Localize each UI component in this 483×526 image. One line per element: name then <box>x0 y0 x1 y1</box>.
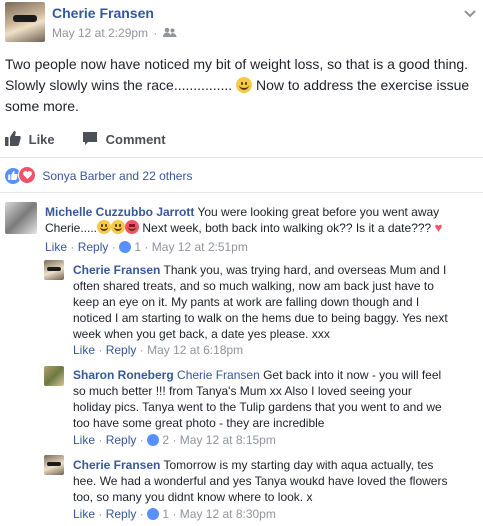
comment-text-line: You were looking great before you went a… <box>197 205 440 219</box>
separator: · <box>111 240 116 254</box>
meta-separator: · <box>153 26 158 40</box>
comment-text-line: Next week, both back into walking ok?? I… <box>142 221 432 235</box>
separator: · <box>139 343 144 357</box>
comment-reply-link[interactable]: Reply <box>78 240 109 254</box>
separator: · <box>172 433 177 447</box>
reply-timestamp[interactable]: May 12 at 8:30pm <box>180 507 276 521</box>
reply-text-line: often shared treats, and so much walking… <box>73 279 434 293</box>
smile-emoji-icon <box>236 77 253 93</box>
reply-like-count[interactable]: 1 <box>162 507 169 521</box>
reply-text-line: Tomorrow is my starting day with aqua ac… <box>163 458 434 472</box>
reply-like-link[interactable]: Like <box>73 507 95 521</box>
comment-actions: Like · Reply · 1 · May 12 at 2:51pm <box>45 240 248 254</box>
reply-text-line: hee. We had a wonderful and yes Tanya wo… <box>73 474 448 488</box>
reply-actions: Like · Reply · May 12 at 6:18pm <box>73 343 243 357</box>
reply-text-line: Get back into it now - you will feel <box>263 368 442 382</box>
reply-like-count-icon <box>147 434 160 446</box>
separator: · <box>139 507 144 521</box>
post-timestamp[interactable]: May 12 at 2:29pm <box>52 26 148 40</box>
reply-text-line: week when you get back, a date yes pleas… <box>73 327 330 341</box>
heart-eyes-emoji-icon <box>125 220 140 234</box>
reactions-summary[interactable]: Sonya Barber and 22 others <box>5 166 192 184</box>
comment-action-label: Comment <box>105 132 166 147</box>
reply-reply-link[interactable]: Reply <box>106 433 137 447</box>
like-action-label: Like <box>28 132 55 147</box>
separator: · <box>144 240 149 254</box>
smile-emoji-icon <box>111 220 126 234</box>
friends-icon <box>162 27 177 37</box>
reply-author[interactable]: Cherie Fransen <box>73 263 160 277</box>
separator: · <box>70 240 75 254</box>
reply-text-line: keep an eye on it. My pants at work are … <box>73 295 420 309</box>
reply-author[interactable]: Sharon Roneberg <box>73 368 174 382</box>
reply-avatar[interactable] <box>44 260 64 280</box>
reply-avatar[interactable] <box>44 455 64 475</box>
comment-like-link[interactable]: Like <box>45 240 67 254</box>
separator: · <box>98 507 103 521</box>
reply-like-link[interactable]: Like <box>73 433 95 447</box>
reply-like-count[interactable]: 2 <box>162 433 169 447</box>
reply-avatar[interactable] <box>44 366 64 386</box>
comment-like-count[interactable]: 1 <box>134 240 141 254</box>
comment-icon <box>83 132 97 145</box>
comment-avatar[interactable] <box>5 202 37 234</box>
reply-like-link[interactable]: Like <box>73 343 95 357</box>
reactions-summary-text[interactable]: Sonya Barber and 22 others <box>42 169 192 183</box>
like-action-button[interactable]: Like <box>5 131 55 147</box>
comment-body: Michelle Cuzzubbo Jarrott You were looki… <box>45 204 475 236</box>
post-text: Two people now have noticed my bit of we… <box>5 54 477 117</box>
reply-text-line: so much better !!! from Tanya's Mum xx A… <box>73 384 412 398</box>
comment-timestamp[interactable]: May 12 at 2:51pm <box>152 240 248 254</box>
reply-reply-link[interactable]: Reply <box>106 507 137 521</box>
thumbs-up-icon <box>5 131 21 146</box>
comment-author[interactable]: Michelle Cuzzubbo Jarrott <box>45 205 194 219</box>
comment-action-button[interactable]: Comment <box>82 131 166 147</box>
reply-body: Cherie Fransen Tomorrow is my starting d… <box>73 457 478 505</box>
reactions-divider <box>0 192 483 193</box>
post-author-name[interactable]: Cherie Fransen <box>52 5 154 21</box>
reply-actions: Like · Reply · 1 · May 12 at 8:30pm <box>73 507 276 521</box>
comment-text-line: Cherie..... <box>45 221 98 235</box>
reply-body: Sharon Roneberg Cherie Fransen Get back … <box>73 367 478 431</box>
comment-like-count-icon <box>119 241 132 253</box>
reply-text-line: noticed I am starting to walk on the hem… <box>73 311 448 325</box>
reply-text-line: too have some great photo - they are inc… <box>73 416 325 430</box>
author-avatar[interactable] <box>5 2 45 42</box>
separator: · <box>98 433 103 447</box>
separator: · <box>172 507 177 521</box>
reply-text-line: holiday pics. Tanya went to the Tulip ga… <box>73 400 442 414</box>
separator: · <box>98 343 103 357</box>
grin-sweat-emoji-icon <box>97 220 112 234</box>
reply-like-count-icon <box>147 508 160 520</box>
reply-actions: Like · Reply · 2 · May 12 at 8:15pm <box>73 433 276 447</box>
reply-timestamp[interactable]: May 12 at 6:18pm <box>147 343 243 357</box>
chevron-down-icon[interactable] <box>464 5 476 18</box>
reply-text-line: Thank you, was trying hard, and overseas… <box>163 263 447 277</box>
reply-mention[interactable]: Cherie Fransen <box>177 368 260 382</box>
reply-text-line: too, so many you didnt know where to loo… <box>73 490 313 504</box>
separator: · <box>139 433 144 447</box>
action-bar-divider <box>0 157 483 158</box>
reply-body: Cherie Fransen Thank you, was trying har… <box>73 262 478 342</box>
hearts-emoji-icon: ♥ <box>434 220 443 235</box>
love-reaction-icon <box>18 166 36 184</box>
reply-reply-link[interactable]: Reply <box>106 343 137 357</box>
post-meta: May 12 at 2:29pm · <box>52 26 177 40</box>
reply-timestamp[interactable]: May 12 at 8:15pm <box>180 433 276 447</box>
reply-author[interactable]: Cherie Fransen <box>73 458 160 472</box>
